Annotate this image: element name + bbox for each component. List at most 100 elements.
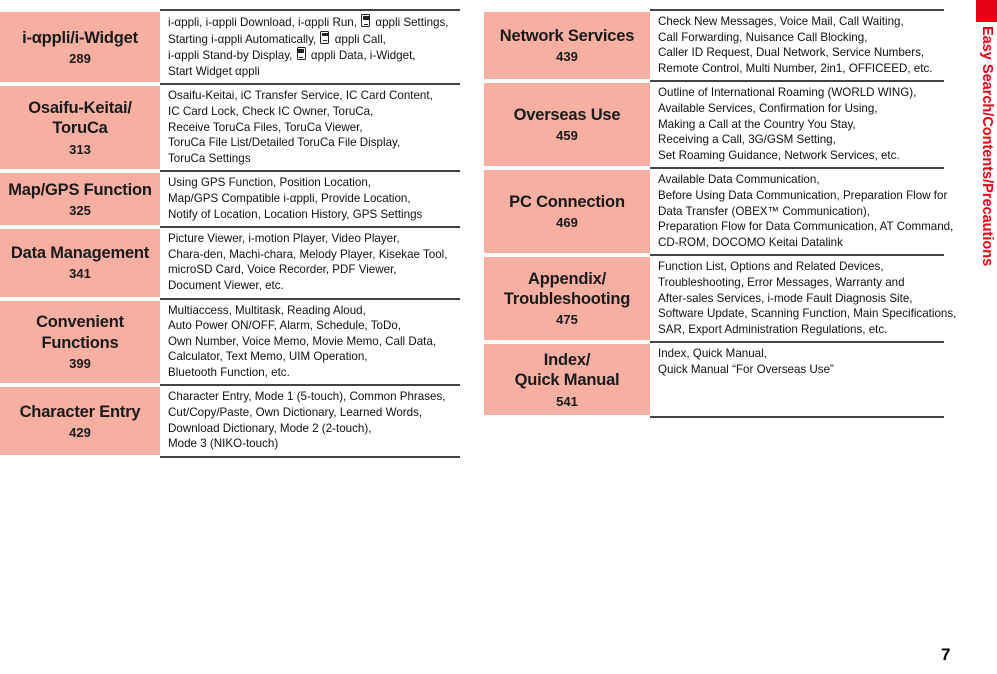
description-line: Picture Viewer, i-motion Player, Video P…	[168, 232, 400, 246]
toc-row[interactable]: i-αppli/i-Widget 289 i-αppli, i-αppli Down…	[0, 7, 460, 85]
description-line: Set Roaming Guidance, Network Services, …	[658, 148, 900, 162]
chapter-page-number: 439	[556, 49, 578, 65]
description-line: Call Forwarding, Nuisance Call Blocking,	[658, 30, 868, 44]
chapter-cell[interactable]: i-αppli/i-Widget 289	[0, 7, 160, 85]
chapter-title-line: Network Services	[499, 27, 635, 46]
page-number: 7	[941, 645, 951, 664]
description-line: Receiving a Call, 3G/GSM Setting,	[658, 133, 836, 147]
chapter-page-number: 475	[556, 312, 578, 328]
chapter-page-number: 429	[69, 424, 91, 440]
toc-table-left-body: i-αppli/i-Widget 289 i-αppli, i-αppli Down…	[0, 7, 460, 461]
description-cell: Function List, Options and Related Devic…	[650, 254, 957, 343]
side-tab-label: Easy Search/Contents/Precautions	[979, 26, 995, 267]
chapter-title-line: Osaifu-Keitai/	[28, 99, 132, 118]
description-line: Troubleshooting, Error Messages, Warrant…	[658, 275, 905, 289]
closing-rule	[160, 455, 460, 459]
description-line: Auto Power ON/OFF, Alarm, Schedule, ToDo…	[168, 319, 402, 333]
description-line: Mode 3 (NIKO-touch)	[168, 437, 279, 451]
description-cell: Picture Viewer, i-motion Player, Video P…	[160, 226, 460, 299]
mobile-appli-icon	[320, 30, 330, 44]
description-line: CD-ROM, DOCOMO Keitai Datalink	[658, 235, 843, 249]
toc-row[interactable]: PC Connection 469 Available Data Communica…	[484, 166, 953, 256]
chapter-cell[interactable]: Convenient Functions 399	[0, 296, 160, 386]
manual-contents-page: i-αppli/i-Widget 289 i-αppli, i-αppli Down…	[0, 0, 997, 674]
description-cell: Check New Messages, Voice Mail, Call Wai…	[650, 8, 944, 82]
description-line: SAR, Export Administration Regulations, …	[658, 322, 888, 336]
description-line: Using GPS Function, Position Location,	[168, 176, 371, 190]
toc-row[interactable]: Overseas Use 459 Outline of International …	[484, 79, 944, 169]
description-line: Available Services, Confirmation for Usi…	[658, 101, 878, 115]
toc-row[interactable]: Osaifu-Keitai/ToruCa 313 Osaifu-Keitai, iC…	[0, 82, 460, 172]
toc-row[interactable]: Character Entry 429 Character Entry, Mode …	[0, 383, 460, 457]
chapter-cell[interactable]: Osaifu-Keitai/ToruCa 313	[0, 82, 160, 172]
description-line: Outline of International Roaming (WORLD …	[658, 86, 917, 100]
description-cell: Using GPS Function, Position Location, Ma…	[160, 170, 460, 228]
description-line: Cut/Copy/Paste, Own Dictionary, Learned …	[168, 406, 423, 420]
chapter-title-line: Troubleshooting	[503, 290, 631, 309]
description-cell: Index, Quick Manual, Quick Manual “For Ov…	[650, 341, 944, 418]
chapter-title-line: Quick Manual	[514, 371, 620, 390]
description-line: Data Transfer (OBEX™ Communication),	[658, 204, 870, 218]
description-line: Own Number, Voice Memo, Movie Memo, Call…	[168, 334, 437, 348]
description-line: Before Using Data Communication, Prepara…	[658, 188, 948, 202]
description-line: Map/GPS Compatible i-αppli, Provide Loca…	[168, 191, 411, 205]
toc-row[interactable]: Index/Quick Manual 541 Index, Quick Manual…	[484, 340, 944, 418]
toc-row[interactable]: Appendix/Troubleshooting 475 Function List…	[484, 253, 957, 343]
description-line: After-sales Services, i-mode Fault Diagn…	[658, 291, 913, 305]
chapter-title-line: Data Management	[10, 244, 150, 263]
chapter-title-line: ToruCa	[52, 119, 108, 138]
mobile-appli-icon	[296, 47, 306, 61]
chapter-title-line: Overseas Use	[513, 106, 621, 125]
description-line: i-αppli, i-αppli Download, i-αppli Run, …	[168, 14, 449, 29]
chapter-page-number: 469	[556, 215, 578, 231]
chapter-cell[interactable]: Network Services 439	[484, 7, 650, 82]
description-line: Start Widget αppli	[168, 64, 260, 78]
closing-spacer	[0, 454, 160, 461]
side-index-tab: Easy Search/Contents/Precautions	[976, 0, 997, 330]
chapter-cell[interactable]: Appendix/Troubleshooting 475	[484, 253, 650, 343]
chapter-cell[interactable]: Map/GPS Function 325	[0, 169, 160, 228]
description-line: Check New Messages, Voice Mail, Call Wai…	[658, 15, 904, 28]
description-line: Index, Quick Manual,	[658, 347, 767, 361]
chapter-page-number: 325	[69, 202, 91, 218]
chapter-cell[interactable]: Index/Quick Manual 541	[484, 340, 650, 418]
description-line: ToruCa File List/Detailed ToruCa File Di…	[168, 136, 401, 150]
chapter-cell[interactable]: Overseas Use 459	[484, 79, 650, 169]
chapter-title-line: PC Connection	[509, 193, 625, 212]
toc-row[interactable]: Network Services 439 Check New Messages, V…	[484, 7, 944, 82]
description-line: IC Card Lock, Check IC Owner, ToruCa,	[168, 104, 374, 118]
description-cell: i-αppli, i-αppli Download, i-αppli Run, …	[160, 8, 460, 85]
description-line: Starting i-αppli Automatically, αppli Ca…	[168, 30, 386, 46]
toc-row[interactable]: Data Management 341 Picture Viewer, i-moti…	[0, 225, 460, 299]
description-cell: Available Data Communication, Before Usin…	[650, 167, 953, 256]
chapter-page-number: 341	[69, 266, 91, 282]
description-line: Caller ID Request, Dual Network, Service…	[658, 46, 925, 60]
table-closing-rule	[484, 415, 944, 422]
chapter-page-number: 459	[556, 128, 578, 144]
description-line: Download Dictionary, Mode 2 (2-touch),	[168, 421, 372, 435]
chapter-page-number: 313	[69, 141, 91, 157]
chapter-cell[interactable]: PC Connection 469	[484, 166, 650, 256]
chapter-title-line: Appendix/	[528, 270, 606, 289]
description-line: Receive ToruCa Files, ToruCa Viewer,	[168, 120, 363, 134]
chapter-title-line: Index/	[543, 351, 591, 370]
chapter-title-line: Convenient	[36, 313, 124, 332]
description-line: Function List, Options and Related Devic…	[658, 260, 884, 274]
description-line: microSD Card, Voice Recorder, PDF Viewer…	[168, 263, 397, 277]
description-line: Available Data Communication,	[658, 173, 820, 187]
toc-row[interactable]: Convenient Functions 399 Multiaccess, Multi…	[0, 296, 460, 386]
description-line: Making a Call at the Country You Stay,	[658, 117, 856, 131]
chapter-cell[interactable]: Character Entry 429	[0, 383, 160, 457]
description-line: Software Update, Scanning Function, Main…	[658, 307, 957, 321]
chapter-cell[interactable]: Data Management 341	[0, 225, 160, 299]
description-cell: Character Entry, Mode 1 (5-touch), Commo…	[160, 384, 460, 457]
chapter-title-line: Functions	[41, 333, 119, 352]
chapter-page-number: 289	[69, 50, 91, 66]
description-line: Character Entry, Mode 1 (5-touch), Commo…	[168, 390, 446, 404]
table-closing-rule	[0, 454, 460, 461]
description-line: ToruCa Settings	[168, 151, 251, 165]
description-cell: Multiaccess, Multitask, Reading Aloud, Au…	[160, 297, 460, 386]
chapter-page-number: 399	[69, 355, 91, 371]
description-line: i-αppli Stand-by Display, αppli Data, i-…	[168, 47, 416, 63]
toc-row[interactable]: Map/GPS Function 325 Using GPS Function, P…	[0, 169, 460, 228]
